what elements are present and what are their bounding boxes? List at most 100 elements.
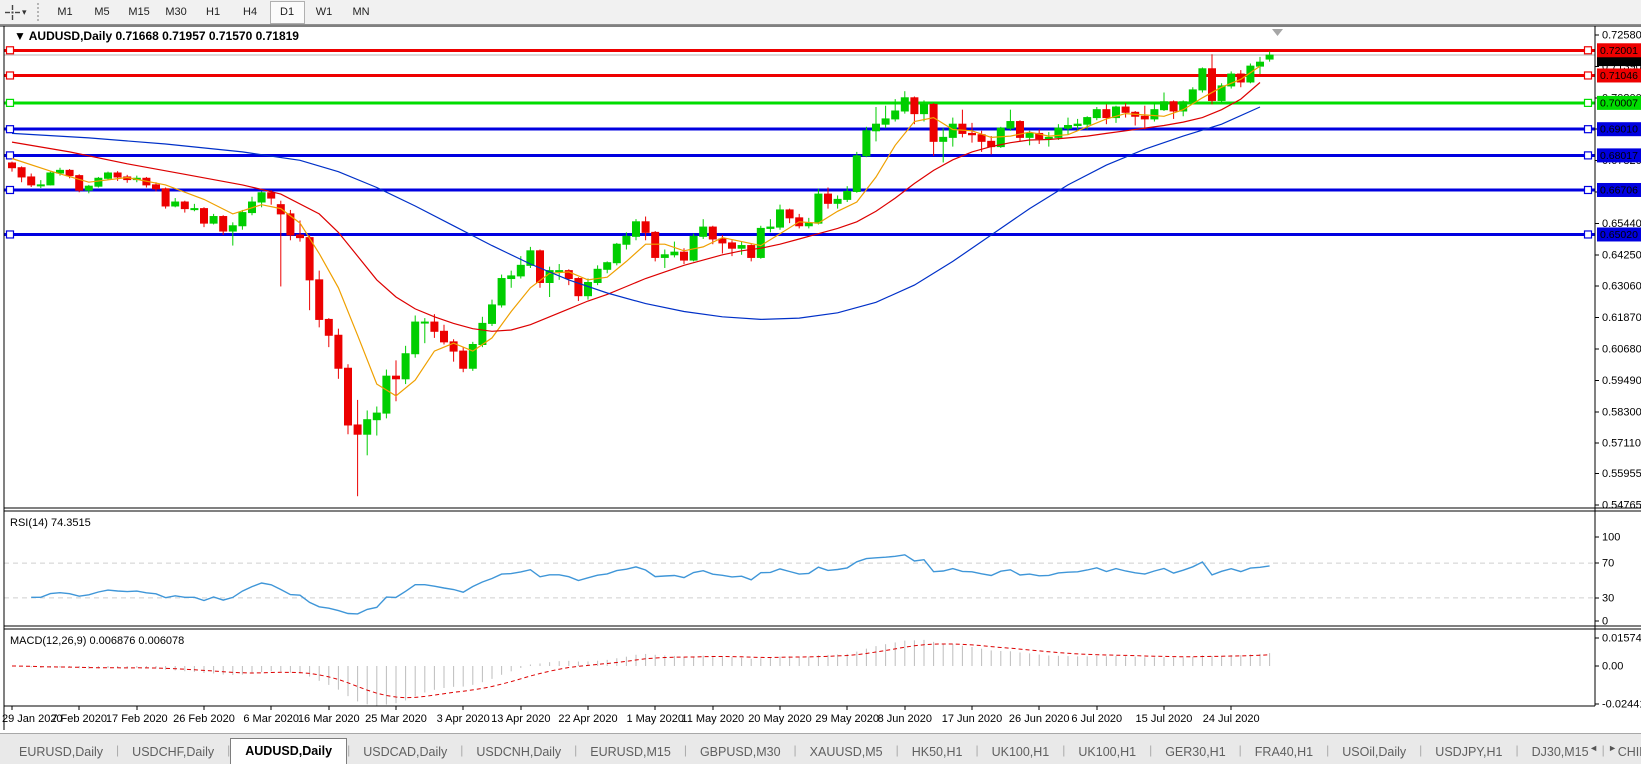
line-anchor-handle[interactable]: [1585, 99, 1592, 106]
chart-tab-usoil-daily[interactable]: USOil,Daily: [1329, 740, 1419, 764]
line-anchor-handle[interactable]: [7, 72, 14, 79]
rsi-axis-label: 0: [1602, 616, 1608, 628]
chart-tab-xauusd-m5[interactable]: XAUUSD,M5: [797, 740, 896, 764]
timeframe-button-m5[interactable]: M5: [85, 1, 120, 24]
tabs-strip: EURUSD,Daily|USDCHF,Daily|AUDUSD,Daily|U…: [6, 734, 1641, 764]
price-tick-label: 0.54765: [1602, 500, 1641, 512]
candle-body: [604, 263, 611, 270]
candle-body: [373, 413, 380, 420]
candle-body: [882, 119, 889, 124]
candle-body: [757, 228, 764, 257]
level-price-tag-label: 0.70007: [1600, 97, 1638, 109]
line-anchor-handle[interactable]: [1585, 47, 1592, 54]
line-anchor-handle[interactable]: [1585, 126, 1592, 133]
line-anchor-handle[interactable]: [1585, 186, 1592, 193]
tabs-scroll-right-icon[interactable]: ►: [1608, 743, 1627, 753]
line-anchor-handle[interactable]: [7, 152, 14, 159]
candle-body: [709, 227, 716, 239]
candle-body: [892, 111, 899, 119]
candle-body: [863, 131, 870, 156]
line-anchor-handle[interactable]: [1585, 72, 1592, 79]
timeframe-button-d1[interactable]: D1: [270, 1, 305, 24]
price-axis[interactable]: 0.725800.713900.702000.690100.678200.666…: [1595, 30, 1641, 711]
candle-body: [1026, 133, 1033, 137]
chart-tab-usdchf-daily[interactable]: USDCHF,Daily: [119, 740, 227, 764]
candle-body: [1093, 110, 1100, 118]
chart-tab-eurusd-daily[interactable]: EURUSD,Daily: [6, 740, 116, 764]
candle-body: [1266, 55, 1273, 59]
price-tick-label: 0.61870: [1602, 312, 1641, 324]
chart-shift-marker-icon[interactable]: [1272, 29, 1283, 36]
date-tick-label: 11 May 2020: [681, 713, 744, 725]
candle-body: [181, 202, 188, 209]
candle-body: [191, 209, 198, 210]
line-anchor-handle[interactable]: [7, 186, 14, 193]
timeframe-button-mn[interactable]: MN: [344, 1, 379, 24]
line-anchor-handle[interactable]: [7, 126, 14, 133]
candle-body: [1065, 126, 1072, 129]
candle-body: [940, 137, 947, 141]
candle-body: [153, 185, 160, 189]
candle-body: [1103, 110, 1110, 118]
candle-body: [297, 235, 304, 238]
rsi-axis-label: 30: [1602, 592, 1614, 604]
level-price-tag-label: 0.66706: [1600, 184, 1638, 196]
date-tick-label: 3 Apr 2020: [437, 713, 490, 725]
main-price-panel: [4, 29, 1595, 496]
tool-dropdown-caret-icon[interactable]: ▾: [22, 7, 27, 18]
chart-tab-fra40-h1[interactable]: FRA40,H1: [1242, 740, 1326, 764]
timeframe-button-h1[interactable]: H1: [196, 1, 231, 24]
chart-tab-usdcad-daily[interactable]: USDCAD,Daily: [350, 740, 460, 764]
chart-tab-hk50-h1[interactable]: HK50,H1: [899, 740, 976, 764]
candle-body: [585, 282, 592, 295]
date-tick-label: 7 Feb 2020: [51, 713, 107, 725]
date-tick-label: 6 Jul 2020: [1071, 713, 1122, 725]
chart-tab-uk100-h1[interactable]: UK100,H1: [1065, 740, 1149, 764]
line-anchor-handle[interactable]: [1585, 152, 1592, 159]
toolbar-grip: [37, 3, 39, 21]
chart-tab-gbpusd-m30[interactable]: GBPUSD,M30: [687, 740, 794, 764]
timeframe-button-h4[interactable]: H4: [233, 1, 268, 24]
chart-tab-usdcnh-daily[interactable]: USDCNH,Daily: [463, 740, 574, 764]
line-anchor-handle[interactable]: [7, 47, 14, 54]
line-anchor-handle[interactable]: [7, 99, 14, 106]
candle-body: [335, 335, 342, 368]
timeframe-button-m15[interactable]: M15: [122, 1, 157, 24]
time-axis[interactable]: 29 Jan 20207 Feb 202017 Feb 202026 Feb 2…: [2, 706, 1260, 725]
candle-body: [47, 173, 54, 185]
rsi-panel: [4, 555, 1595, 614]
date-tick-label: 17 Feb 2020: [106, 713, 168, 725]
chart-tab-usdjpy-h1[interactable]: USDJPY,H1: [1422, 740, 1515, 764]
date-tick-label: 29 May 2020: [815, 713, 879, 725]
timeframe-button-m30[interactable]: M30: [159, 1, 194, 24]
line-anchor-handle[interactable]: [7, 231, 14, 238]
price-tick-label: 0.64250: [1602, 249, 1641, 261]
line-anchor-handle[interactable]: [1585, 231, 1592, 238]
candle-body: [748, 246, 755, 258]
timeframe-button-m1[interactable]: M1: [48, 1, 83, 24]
candle-body: [642, 222, 649, 233]
chart-tab-uk100-h1[interactable]: UK100,H1: [979, 740, 1063, 764]
tabs-scroll-left-icon[interactable]: ◄: [1589, 743, 1608, 753]
candle-body: [105, 173, 112, 178]
candle-body: [978, 135, 985, 142]
rsi-axis-label: 100: [1602, 532, 1620, 544]
candle-body: [364, 420, 371, 435]
trading-platform-window: ▾ M1M5M15M30H1H4D1W1MN 0.725800.713900.7…: [0, 0, 1641, 764]
candle-body: [949, 124, 956, 137]
chart-tab-audusd-daily[interactable]: AUDUSD,Daily: [230, 738, 347, 764]
chart-tab-eurusd-m15[interactable]: EURUSD,M15: [577, 740, 684, 764]
candle-body: [402, 354, 409, 379]
rsi-line: [31, 555, 1269, 614]
candle-body: [460, 351, 467, 368]
level-price-tag-label: 0.69010: [1600, 124, 1638, 136]
chart-canvas[interactable]: 0.725800.713900.702000.690100.678200.666…: [0, 25, 1641, 733]
toolbar: ▾ M1M5M15M30H1H4D1W1MN: [0, 0, 1641, 25]
candle-body: [575, 279, 582, 296]
crosshair-cursor-icon[interactable]: [2, 2, 22, 22]
timeframe-button-w1[interactable]: W1: [307, 1, 342, 24]
level-price-tag-label: 0.71046: [1600, 70, 1638, 82]
date-tick-label: 8 Jun 2020: [878, 713, 932, 725]
chart-tab-ger30-h1[interactable]: GER30,H1: [1152, 740, 1238, 764]
candle-body: [1170, 102, 1177, 111]
